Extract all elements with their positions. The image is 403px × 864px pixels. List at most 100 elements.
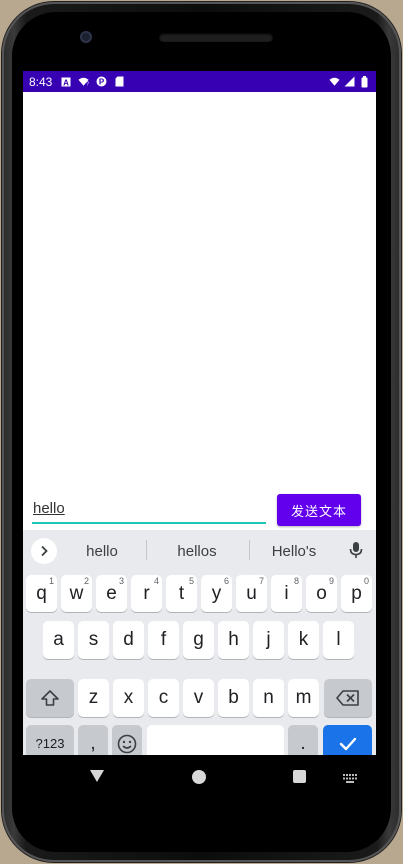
key-label: u bbox=[246, 582, 257, 604]
recents-icon[interactable] bbox=[293, 770, 306, 783]
key-d[interactable]: d bbox=[113, 621, 144, 659]
key-p[interactable]: p0 bbox=[341, 575, 372, 612]
key-e[interactable]: e3 bbox=[96, 575, 127, 612]
key-hint: 8 bbox=[293, 576, 299, 586]
suggestion-strip: hello hellos Hello's bbox=[23, 530, 376, 570]
emoji-icon bbox=[117, 734, 137, 753]
shift-icon bbox=[41, 690, 59, 706]
key-label: w bbox=[69, 582, 84, 604]
system-navigation-bar bbox=[23, 755, 376, 798]
soft-keyboard: hello hellos Hello's ?123 , . q1w2e3r4t5… bbox=[23, 530, 376, 755]
key-label: b bbox=[228, 687, 239, 708]
key-label: j bbox=[266, 629, 271, 650]
key-hint: 3 bbox=[118, 576, 124, 586]
key-k[interactable]: k bbox=[288, 621, 319, 659]
svg-text:x: x bbox=[337, 82, 340, 87]
a-icon: A bbox=[60, 76, 71, 87]
home-icon[interactable] bbox=[192, 770, 206, 784]
chevron-right-icon bbox=[41, 545, 48, 557]
key-z[interactable]: z bbox=[78, 679, 109, 717]
key-label: s bbox=[88, 629, 99, 650]
key-hint: 9 bbox=[328, 576, 334, 586]
message-input[interactable] bbox=[32, 497, 266, 519]
key-label: h bbox=[228, 629, 239, 650]
key-label: z bbox=[88, 687, 99, 708]
key-t[interactable]: t5 bbox=[166, 575, 197, 612]
key-label: e bbox=[106, 582, 117, 604]
battery-icon bbox=[359, 75, 370, 87]
enter-key[interactable] bbox=[323, 725, 372, 755]
key-label: c bbox=[158, 687, 169, 708]
key-y[interactable]: y6 bbox=[201, 575, 232, 612]
back-icon[interactable] bbox=[89, 769, 105, 788]
comma-key[interactable]: , bbox=[78, 725, 108, 755]
key-g[interactable]: g bbox=[183, 621, 214, 659]
key-label: p bbox=[351, 582, 362, 604]
key-hint: 6 bbox=[223, 576, 229, 586]
shift-key[interactable] bbox=[26, 679, 74, 717]
key-l[interactable]: l bbox=[323, 621, 354, 659]
sd-card-icon bbox=[114, 76, 125, 87]
microphone-icon[interactable] bbox=[349, 541, 363, 564]
key-x[interactable]: x bbox=[113, 679, 144, 717]
p-icon: P bbox=[96, 76, 107, 87]
key-c[interactable]: c bbox=[148, 679, 179, 717]
key-n[interactable]: n bbox=[253, 679, 284, 717]
key-w[interactable]: w2 bbox=[61, 575, 92, 612]
key-r[interactable]: r4 bbox=[131, 575, 162, 612]
key-s[interactable]: s bbox=[78, 621, 109, 659]
key-m[interactable]: m bbox=[288, 679, 319, 717]
key-hint: 2 bbox=[83, 576, 89, 586]
svg-text:?: ? bbox=[86, 82, 89, 87]
key-label: l bbox=[336, 629, 341, 650]
key-label: o bbox=[316, 582, 327, 604]
suggestion-divider bbox=[146, 540, 147, 560]
device-screen: 8:43 A ? P x hello 发送文本 hello hellos Hel… bbox=[23, 71, 376, 755]
key-hint: 5 bbox=[188, 576, 194, 586]
earpiece-speaker bbox=[159, 33, 273, 42]
key-label: k bbox=[298, 629, 309, 650]
key-label: q bbox=[36, 582, 47, 604]
key-hint: 4 bbox=[153, 576, 159, 586]
status-bar: 8:43 A ? P x bbox=[23, 71, 376, 92]
key-f[interactable]: f bbox=[148, 621, 179, 659]
suggestion-2[interactable]: hellos bbox=[166, 543, 228, 560]
key-o[interactable]: o9 bbox=[306, 575, 337, 612]
signal-icon bbox=[344, 76, 355, 87]
period-key[interactable]: . bbox=[288, 725, 318, 755]
key-h[interactable]: h bbox=[218, 621, 249, 659]
key-b[interactable]: b bbox=[218, 679, 249, 717]
svg-text:A: A bbox=[63, 78, 69, 87]
suggestion-3[interactable]: Hello's bbox=[263, 543, 325, 560]
expand-toolbar-button[interactable] bbox=[31, 538, 57, 564]
status-time: 8:43 bbox=[29, 74, 53, 89]
key-u[interactable]: u7 bbox=[236, 575, 267, 612]
emoji-key[interactable] bbox=[112, 725, 142, 755]
key-v[interactable]: v bbox=[183, 679, 214, 717]
key-label: i bbox=[284, 582, 289, 604]
backspace-key[interactable] bbox=[324, 679, 372, 717]
key-hint: 7 bbox=[258, 576, 264, 586]
key-q[interactable]: q1 bbox=[26, 575, 57, 612]
key-i[interactable]: i8 bbox=[271, 575, 302, 612]
suggestion-1[interactable]: hello bbox=[71, 543, 133, 560]
key-label: r bbox=[143, 582, 150, 604]
space-key[interactable] bbox=[147, 725, 284, 755]
wifi-question-icon: ? bbox=[78, 76, 89, 87]
key-a[interactable]: a bbox=[43, 621, 74, 659]
send-text-button[interactable]: 发送文本 bbox=[277, 494, 361, 526]
symbols-key[interactable]: ?123 bbox=[26, 725, 74, 755]
app-content-area bbox=[23, 92, 376, 530]
key-label: v bbox=[193, 687, 204, 708]
keyboard-switch-icon[interactable] bbox=[343, 771, 358, 789]
key-j[interactable]: j bbox=[253, 621, 284, 659]
checkmark-icon bbox=[339, 737, 356, 750]
key-label: t bbox=[178, 582, 185, 604]
key-label: g bbox=[193, 629, 204, 650]
svg-text:P: P bbox=[99, 78, 105, 87]
key-label: m bbox=[295, 687, 312, 708]
backspace-icon bbox=[336, 690, 359, 706]
input-underline bbox=[32, 522, 266, 524]
key-label: d bbox=[123, 629, 134, 650]
key-label: x bbox=[123, 687, 134, 708]
